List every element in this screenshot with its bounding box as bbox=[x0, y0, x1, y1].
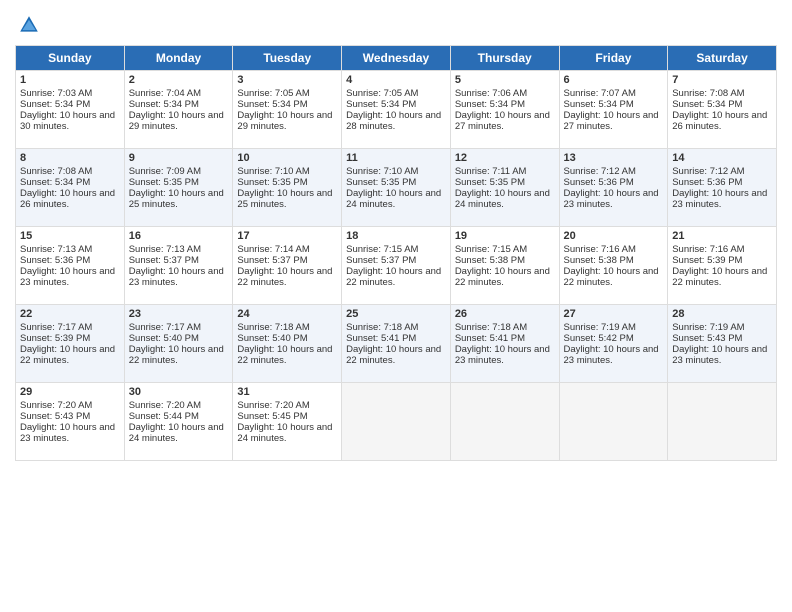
table-row: 7Sunrise: 7:08 AMSunset: 5:34 PMDaylight… bbox=[668, 71, 777, 149]
logo bbox=[15, 14, 40, 41]
table-row: 29Sunrise: 7:20 AMSunset: 5:43 PMDayligh… bbox=[16, 383, 125, 461]
table-row: 11Sunrise: 7:10 AMSunset: 5:35 PMDayligh… bbox=[342, 149, 451, 227]
col-header-saturday: Saturday bbox=[668, 46, 777, 71]
table-row: 30Sunrise: 7:20 AMSunset: 5:44 PMDayligh… bbox=[124, 383, 233, 461]
table-row: 8Sunrise: 7:08 AMSunset: 5:34 PMDaylight… bbox=[16, 149, 125, 227]
table-row: 13Sunrise: 7:12 AMSunset: 5:36 PMDayligh… bbox=[559, 149, 668, 227]
table-row: 12Sunrise: 7:11 AMSunset: 5:35 PMDayligh… bbox=[450, 149, 559, 227]
table-row: 18Sunrise: 7:15 AMSunset: 5:37 PMDayligh… bbox=[342, 227, 451, 305]
table-row: 24Sunrise: 7:18 AMSunset: 5:40 PMDayligh… bbox=[233, 305, 342, 383]
table-row bbox=[342, 383, 451, 461]
table-row: 25Sunrise: 7:18 AMSunset: 5:41 PMDayligh… bbox=[342, 305, 451, 383]
table-row bbox=[559, 383, 668, 461]
table-row: 15Sunrise: 7:13 AMSunset: 5:36 PMDayligh… bbox=[16, 227, 125, 305]
table-row: 2Sunrise: 7:04 AMSunset: 5:34 PMDaylight… bbox=[124, 71, 233, 149]
table-row: 16Sunrise: 7:13 AMSunset: 5:37 PMDayligh… bbox=[124, 227, 233, 305]
table-row: 3Sunrise: 7:05 AMSunset: 5:34 PMDaylight… bbox=[233, 71, 342, 149]
table-row bbox=[450, 383, 559, 461]
table-row: 10Sunrise: 7:10 AMSunset: 5:35 PMDayligh… bbox=[233, 149, 342, 227]
table-row bbox=[668, 383, 777, 461]
col-header-wednesday: Wednesday bbox=[342, 46, 451, 71]
table-row: 17Sunrise: 7:14 AMSunset: 5:37 PMDayligh… bbox=[233, 227, 342, 305]
table-row: 27Sunrise: 7:19 AMSunset: 5:42 PMDayligh… bbox=[559, 305, 668, 383]
table-row: 4Sunrise: 7:05 AMSunset: 5:34 PMDaylight… bbox=[342, 71, 451, 149]
calendar-table: SundayMondayTuesdayWednesdayThursdayFrid… bbox=[15, 45, 777, 461]
table-row: 5Sunrise: 7:06 AMSunset: 5:34 PMDaylight… bbox=[450, 71, 559, 149]
table-row: 22Sunrise: 7:17 AMSunset: 5:39 PMDayligh… bbox=[16, 305, 125, 383]
table-row: 9Sunrise: 7:09 AMSunset: 5:35 PMDaylight… bbox=[124, 149, 233, 227]
table-row: 31Sunrise: 7:20 AMSunset: 5:45 PMDayligh… bbox=[233, 383, 342, 461]
table-row: 26Sunrise: 7:18 AMSunset: 5:41 PMDayligh… bbox=[450, 305, 559, 383]
table-row: 21Sunrise: 7:16 AMSunset: 5:39 PMDayligh… bbox=[668, 227, 777, 305]
table-row: 28Sunrise: 7:19 AMSunset: 5:43 PMDayligh… bbox=[668, 305, 777, 383]
col-header-thursday: Thursday bbox=[450, 46, 559, 71]
col-header-sunday: Sunday bbox=[16, 46, 125, 71]
table-row: 20Sunrise: 7:16 AMSunset: 5:38 PMDayligh… bbox=[559, 227, 668, 305]
table-row: 19Sunrise: 7:15 AMSunset: 5:38 PMDayligh… bbox=[450, 227, 559, 305]
col-header-monday: Monday bbox=[124, 46, 233, 71]
table-row: 23Sunrise: 7:17 AMSunset: 5:40 PMDayligh… bbox=[124, 305, 233, 383]
table-row: 1Sunrise: 7:03 AMSunset: 5:34 PMDaylight… bbox=[16, 71, 125, 149]
col-header-friday: Friday bbox=[559, 46, 668, 71]
table-row: 6Sunrise: 7:07 AMSunset: 5:34 PMDaylight… bbox=[559, 71, 668, 149]
table-row: 14Sunrise: 7:12 AMSunset: 5:36 PMDayligh… bbox=[668, 149, 777, 227]
col-header-tuesday: Tuesday bbox=[233, 46, 342, 71]
